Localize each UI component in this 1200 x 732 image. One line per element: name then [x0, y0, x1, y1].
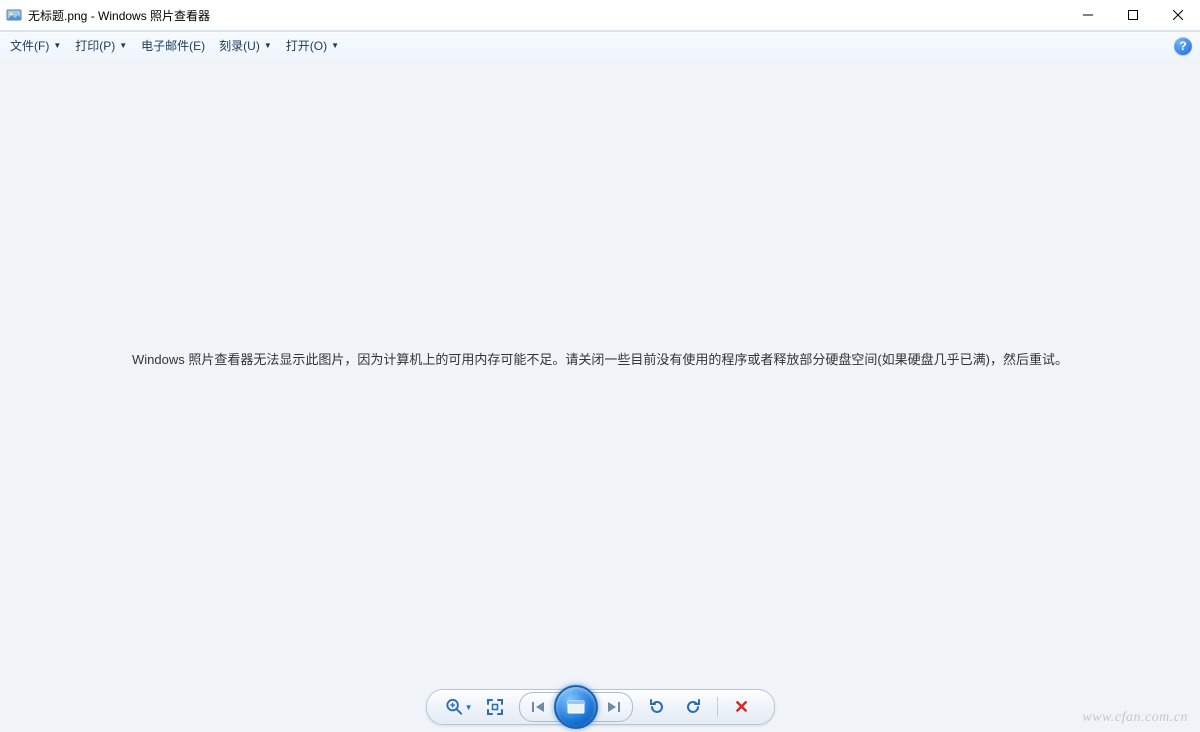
- delete-button[interactable]: ✕: [728, 693, 756, 721]
- menu-open[interactable]: 打开(O) ▼: [280, 35, 345, 57]
- previous-icon: [530, 700, 548, 714]
- menu-email[interactable]: 电子邮件(E): [135, 35, 211, 57]
- rotate-left-button[interactable]: [643, 693, 671, 721]
- menu-email-label: 电子邮件(E): [141, 37, 205, 54]
- window-controls: [1065, 0, 1200, 30]
- close-button[interactable]: [1155, 0, 1200, 30]
- delete-icon: ✕: [734, 697, 749, 718]
- previous-button[interactable]: [522, 695, 556, 719]
- menu-burn-label: 刻录(U): [219, 37, 260, 54]
- menu-print[interactable]: 打印(P) ▼: [69, 35, 133, 57]
- rotate-right-icon: [684, 698, 702, 716]
- fit-to-window-button[interactable]: [481, 693, 509, 721]
- minimize-button[interactable]: [1065, 0, 1110, 30]
- rotate-left-icon: [648, 698, 666, 716]
- footer: ▼: [0, 682, 1200, 732]
- maximize-button[interactable]: [1110, 0, 1155, 30]
- menu-open-label: 打开(O): [286, 37, 327, 54]
- rotate-right-button[interactable]: [679, 693, 707, 721]
- menu-burn[interactable]: 刻录(U) ▼: [213, 35, 278, 57]
- watermark: www.cfan.com.cn: [1082, 710, 1188, 726]
- slideshow-button[interactable]: [554, 685, 598, 729]
- image-viewport: Windows 照片查看器无法显示此图片，因为计算机上的可用内存可能不足。请关闭…: [0, 58, 1200, 682]
- chevron-down-icon: ▼: [53, 41, 61, 50]
- chevron-down-icon: ▼: [465, 703, 473, 712]
- zoom-icon: [445, 697, 464, 717]
- chevron-down-icon: ▼: [264, 41, 272, 50]
- fit-to-window-icon: [486, 698, 504, 716]
- next-button[interactable]: [596, 695, 630, 719]
- error-message: Windows 照片查看器无法显示此图片，因为计算机上的可用内存可能不足。请关闭…: [92, 350, 1108, 371]
- title-sep: -: [87, 9, 98, 23]
- title-filename: 无标题.png: [28, 9, 87, 23]
- help-icon: ?: [1179, 39, 1186, 53]
- zoom-button[interactable]: ▼: [445, 693, 473, 721]
- menu-print-label: 打印(P): [75, 37, 115, 54]
- window-title: 无标题.png - Windows 照片查看器: [28, 7, 210, 24]
- chevron-down-icon: ▼: [119, 41, 127, 50]
- title-appname: Windows 照片查看器: [98, 9, 210, 23]
- nav-group: [519, 692, 633, 722]
- help-button[interactable]: ?: [1174, 37, 1192, 55]
- slideshow-icon: [566, 699, 586, 715]
- viewer-toolbar: ▼: [426, 689, 775, 725]
- toolbar-separator: [717, 697, 718, 717]
- menubar: 文件(F) ▼ 打印(P) ▼ 电子邮件(E) 刻录(U) ▼ 打开(O) ▼ …: [0, 31, 1200, 60]
- titlebar: 无标题.png - Windows 照片查看器: [0, 0, 1200, 31]
- chevron-down-icon: ▼: [331, 41, 339, 50]
- next-icon: [604, 700, 622, 714]
- menu-file[interactable]: 文件(F) ▼: [4, 35, 67, 57]
- menu-file-label: 文件(F): [10, 37, 49, 54]
- app-icon: [6, 7, 22, 23]
